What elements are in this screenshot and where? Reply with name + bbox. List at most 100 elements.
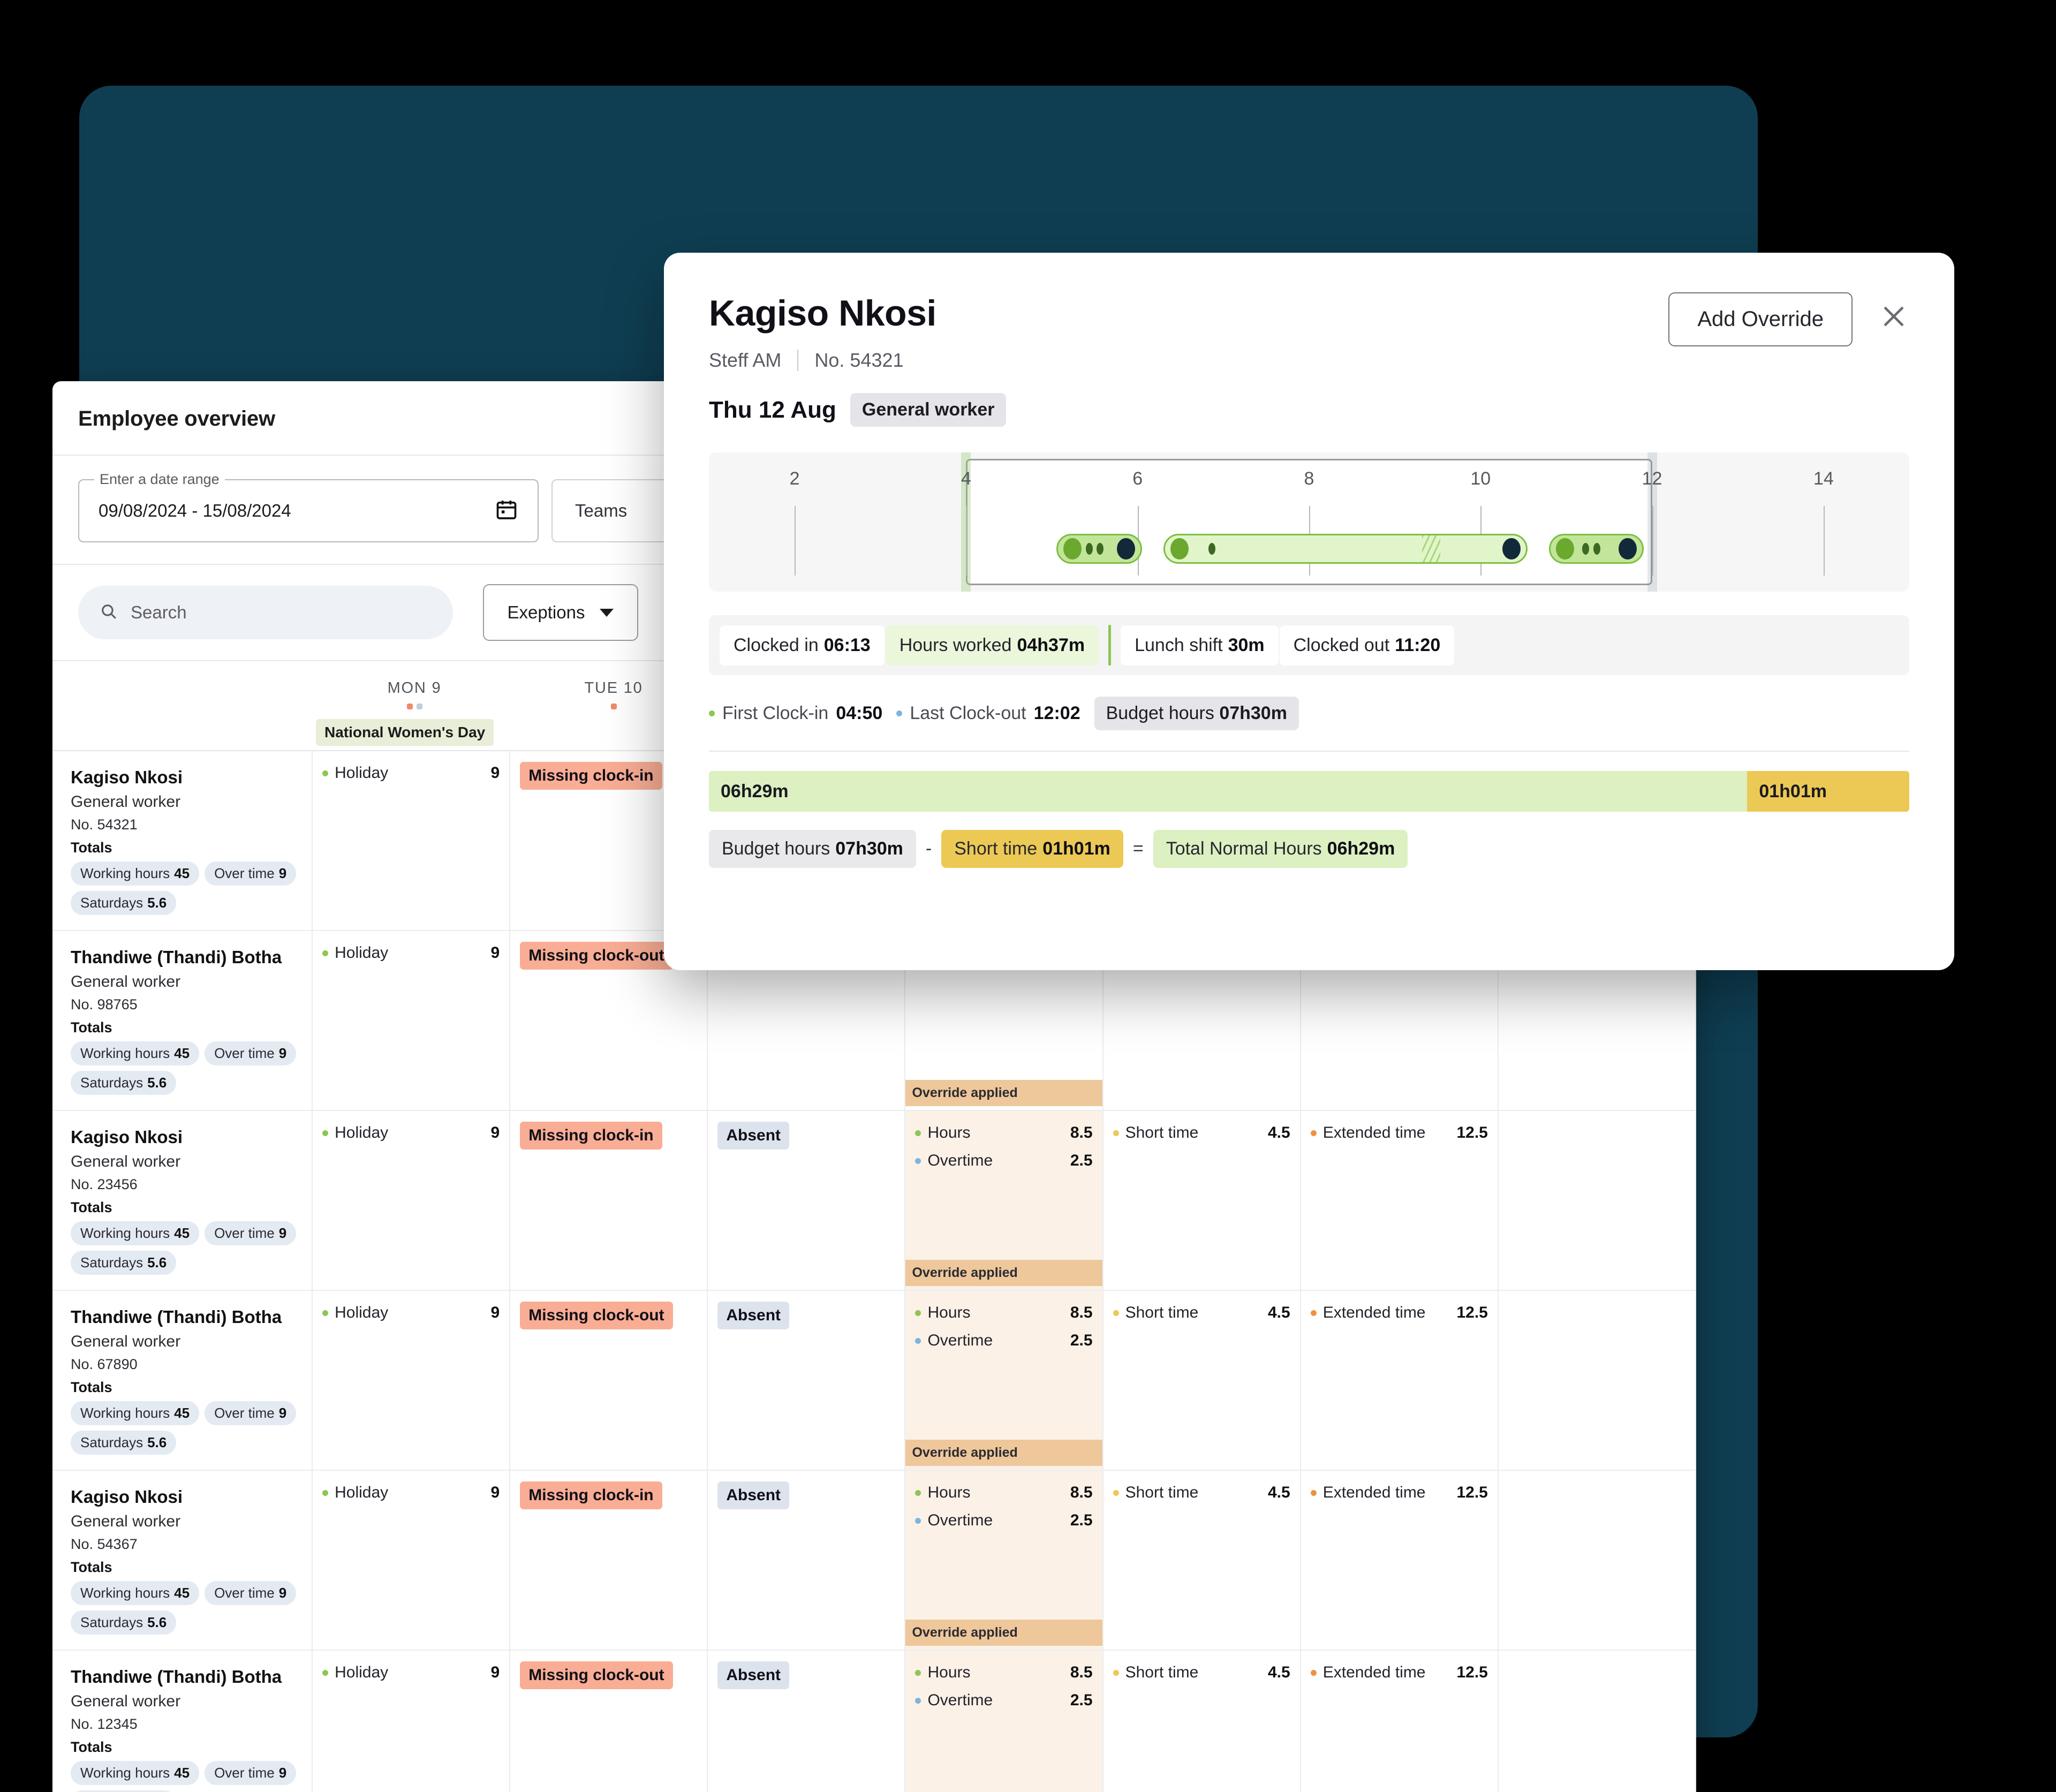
- holiday-value: 9: [491, 1664, 500, 1682]
- hours-value: 8.5: [1070, 1304, 1093, 1322]
- table-row[interactable]: Kagiso Nkosi General worker No. 23456 To…: [52, 1111, 1696, 1291]
- cell-fri13[interactable]: Short time 4.5: [1103, 1291, 1301, 1470]
- grid-header-tue10-label: TUE 10: [584, 679, 642, 697]
- extended-time-label: Extended time: [1323, 1664, 1426, 1682]
- overtime-label: Overtime: [927, 1332, 993, 1350]
- holiday-label: Holiday: [335, 1124, 388, 1142]
- table-row[interactable]: Thandiwe (Thandi) Botha General worker N…: [52, 1291, 1696, 1471]
- employee-name: Thandiwe (Thandi) Botha: [71, 1667, 312, 1687]
- progress-short-time: 01h01m: [1747, 771, 1909, 812]
- cell-sun15[interactable]: [1499, 1651, 1696, 1792]
- cell-mon9[interactable]: Holiday 9: [313, 931, 510, 1110]
- search-input[interactable]: Search: [78, 586, 453, 639]
- shift-timeline[interactable]: 2468101214: [709, 452, 1909, 592]
- cell-tue10[interactable]: Missing clock-in: [510, 1471, 708, 1650]
- date-range-input[interactable]: Enter a date range 09/08/2024 - 15/08/20…: [78, 479, 539, 542]
- cell-sun15[interactable]: [1499, 1111, 1696, 1290]
- add-override-button[interactable]: Add Override: [1668, 292, 1853, 346]
- chip-working-hours: Working hours45: [71, 1581, 199, 1605]
- employee-info-cell[interactable]: Thandiwe (Thandi) Botha General worker N…: [52, 1651, 313, 1792]
- timeline-gridline: [795, 506, 796, 576]
- totals-chips: Working hours45 Over time9 Saturdays5.6: [71, 861, 301, 915]
- progress-normal-label: 06h29m: [721, 781, 789, 802]
- cell-mon9[interactable]: Holiday 9: [313, 1291, 510, 1470]
- cell-fri13[interactable]: Short time 4.5: [1103, 1471, 1301, 1650]
- cell-sat14[interactable]: Extended time 12.5: [1301, 1111, 1499, 1290]
- break-dot: [1208, 543, 1215, 555]
- status-dot: [896, 710, 902, 716]
- short-time-label: Short time: [1125, 1664, 1199, 1682]
- cell-sat14[interactable]: Extended time 12.5: [1301, 1291, 1499, 1470]
- cell-fri13[interactable]: Short time 4.5: [1103, 1651, 1301, 1792]
- cell-fri13[interactable]: Short time 4.5: [1103, 1111, 1301, 1290]
- cell-sat14[interactable]: Extended time 12.5: [1301, 1471, 1499, 1650]
- cell-mon9[interactable]: Holiday 9: [313, 1111, 510, 1290]
- timeline-tick-label: 14: [1813, 468, 1834, 489]
- shift-bar[interactable]: [1056, 534, 1142, 564]
- shift-bar[interactable]: [1163, 534, 1528, 564]
- table-row[interactable]: Thandiwe (Thandi) Botha General worker N…: [52, 1651, 1696, 1792]
- modal-employee-name: Kagiso Nkosi: [709, 292, 1006, 334]
- cell-wed11[interactable]: Absent: [708, 1111, 905, 1290]
- cell-tue10[interactable]: Missing clock-in: [510, 1111, 708, 1290]
- status-dot: [709, 710, 715, 716]
- cell-wed11[interactable]: Absent: [708, 1651, 905, 1792]
- cell-sat14[interactable]: Extended time 12.5: [1301, 1651, 1499, 1792]
- grid-header-tue10-dots: [611, 704, 617, 709]
- exceptions-filter-button[interactable]: Exeptions: [483, 584, 638, 641]
- stats-separator: [1108, 625, 1111, 666]
- modal-date: Thu 12 Aug: [709, 397, 836, 424]
- extended-time-value: 12.5: [1456, 1484, 1487, 1502]
- extended-time-label: Extended time: [1323, 1304, 1426, 1322]
- budget-hours-chip: Budget hours 07h30m: [1094, 697, 1299, 730]
- chip-working-hours: Working hours45: [71, 1401, 199, 1425]
- table-row[interactable]: Kagiso Nkosi General worker No. 54367 To…: [52, 1471, 1696, 1651]
- close-icon[interactable]: [1878, 301, 1909, 335]
- cell-sun15[interactable]: [1499, 1471, 1696, 1650]
- cell-tue10[interactable]: Missing clock-out: [510, 1651, 708, 1792]
- modal-dateline: Thu 12 Aug General worker: [709, 393, 1006, 427]
- overtime-entry: Overtime 2.5: [915, 1691, 1092, 1710]
- cell-wed11[interactable]: Absent: [708, 1471, 905, 1650]
- holiday-value: 9: [491, 764, 500, 782]
- holiday-chip: National Women's Day: [316, 719, 494, 746]
- cell-tue10[interactable]: Missing clock-out: [510, 1291, 708, 1470]
- holiday-entry: Holiday 9: [322, 1304, 500, 1322]
- chip-working-hours: Working hours45: [71, 861, 199, 886]
- employee-name: Thandiwe (Thandi) Botha: [71, 1307, 312, 1327]
- employee-info-cell[interactable]: Kagiso Nkosi General worker No. 54367 To…: [52, 1471, 313, 1650]
- override-applied-band: Override applied: [905, 1620, 1102, 1646]
- employee-info-cell[interactable]: Thandiwe (Thandi) Botha General worker N…: [52, 1291, 313, 1470]
- short-time-entry: Short time 4.5: [1113, 1124, 1290, 1142]
- cell-mon9[interactable]: Holiday 9: [313, 1471, 510, 1650]
- employee-info-cell[interactable]: Kagiso Nkosi General worker No. 23456 To…: [52, 1111, 313, 1290]
- date-range-value: 09/08/2024 - 15/08/2024: [99, 501, 291, 521]
- cell-sun15[interactable]: [1499, 1291, 1696, 1470]
- totals-chips: Working hours45 Over time9 Saturdays5.6: [71, 1581, 301, 1635]
- status-badge-absent: Absent: [717, 1302, 789, 1329]
- totals-label: Totals: [71, 1559, 312, 1576]
- employee-number: No. 67890: [71, 1356, 312, 1373]
- cell-wed11[interactable]: Absent: [708, 1291, 905, 1470]
- status-badge-absent: Absent: [717, 1481, 789, 1509]
- holiday-value: 9: [491, 1124, 500, 1142]
- employee-info-cell[interactable]: Thandiwe (Thandi) Botha General worker N…: [52, 931, 313, 1110]
- modal-role-tag: General worker: [850, 393, 1007, 427]
- calendar-icon[interactable]: [495, 497, 518, 525]
- extended-time-entry: Extended time 12.5: [1311, 1304, 1488, 1322]
- cell-mon9[interactable]: Holiday 9: [313, 751, 510, 930]
- clock-out-dot: [1502, 538, 1521, 559]
- employee-number: No. 23456: [71, 1176, 312, 1193]
- extended-time-label: Extended time: [1323, 1124, 1426, 1142]
- formula-operator: =: [1133, 838, 1144, 859]
- stat-lunch-shift: Lunch shift30m: [1121, 625, 1279, 666]
- cell-mon9[interactable]: Holiday 9: [313, 1651, 510, 1792]
- grid-header-mon9-label: MON 9: [388, 679, 442, 697]
- shift-bar[interactable]: [1549, 534, 1643, 564]
- clock-in-dot: [1063, 538, 1082, 559]
- holiday-value: 9: [491, 1304, 500, 1322]
- cell-thu12[interactable]: Override applied Hours 8.5 Overtime 2.5: [905, 1651, 1103, 1792]
- employee-info-cell[interactable]: Kagiso Nkosi General worker No. 54321 To…: [52, 751, 313, 930]
- employee-role: General worker: [71, 1513, 312, 1531]
- status-badge-absent: Absent: [717, 1122, 789, 1150]
